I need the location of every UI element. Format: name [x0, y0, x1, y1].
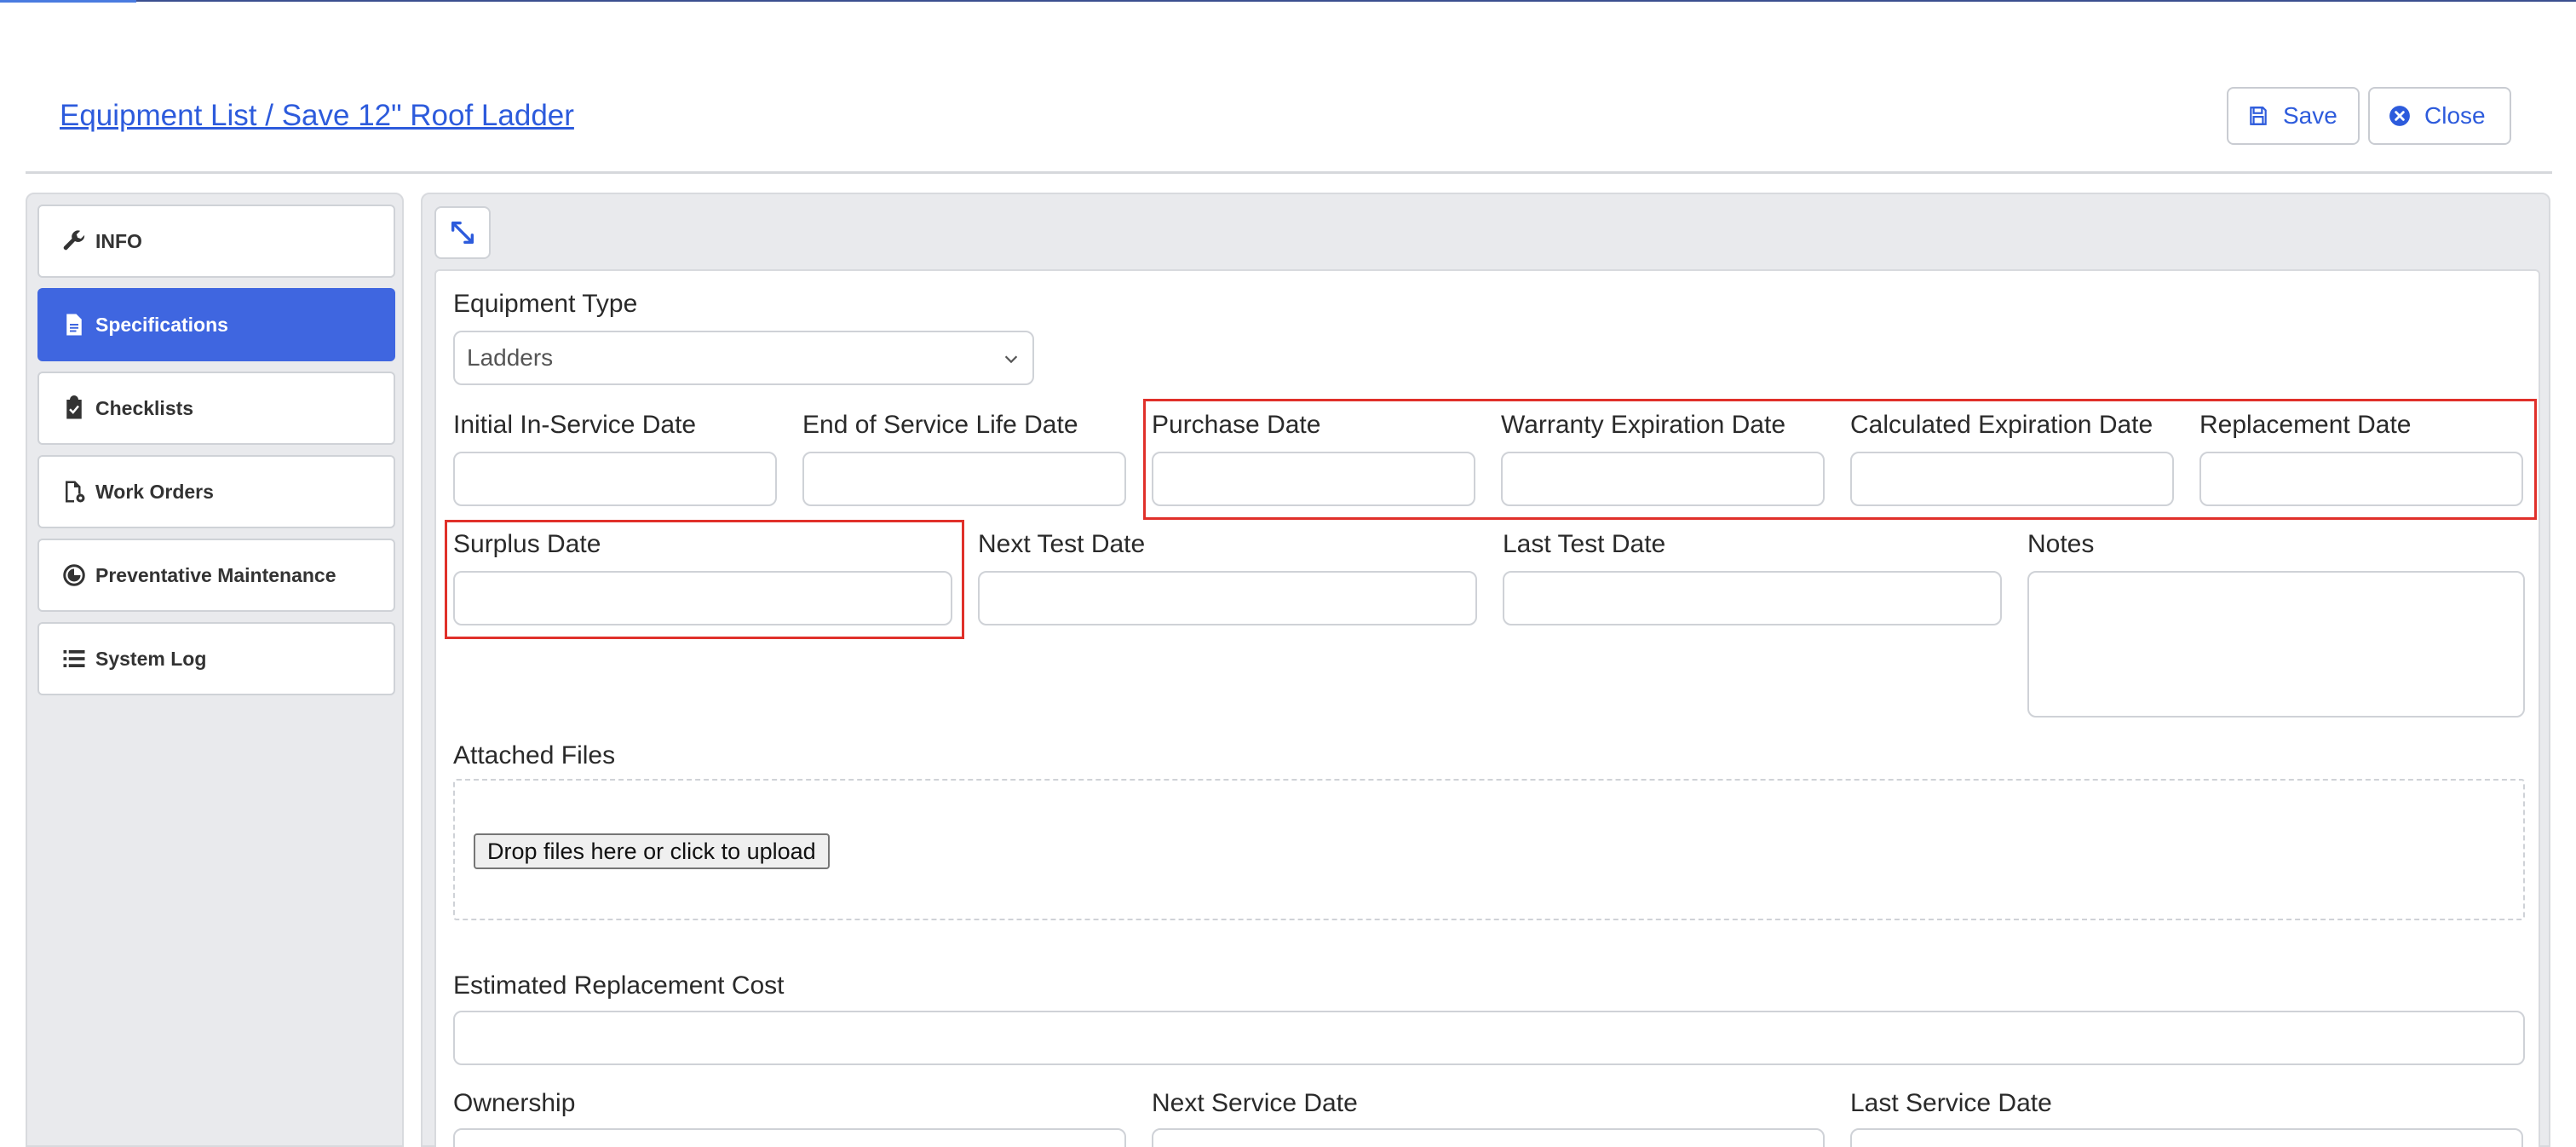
file-gear-icon	[66, 481, 85, 503]
close-button-label: Close	[2424, 102, 2486, 129]
save-button[interactable]: Save	[2227, 87, 2360, 145]
purchase-date-label: Purchase Date	[1152, 411, 1321, 439]
last-test-date-input[interactable]	[1503, 571, 2002, 625]
top-accent-bar	[0, 0, 2576, 3]
sidebar-item-preventative-maintenance[interactable]: Preventative Maintenance	[37, 539, 395, 612]
ownership-label: Ownership	[453, 1089, 576, 1117]
replacement-date-input[interactable]	[2199, 452, 2523, 506]
ownership-input[interactable]	[453, 1128, 1126, 1147]
save-button-label: Save	[2283, 102, 2337, 129]
sidebar-item-work-orders[interactable]: Work Orders	[37, 455, 395, 528]
next-service-date-label: Next Service Date	[1152, 1089, 1358, 1117]
wrench-icon	[63, 230, 85, 251]
circle-x-icon	[2389, 106, 2410, 126]
expand-button[interactable]	[434, 206, 491, 259]
page-header: Equipment List / Save 12" Roof Ladder Sa…	[26, 85, 2552, 174]
surplus-date-label: Surplus Date	[453, 530, 601, 558]
sidebar-item-checklists[interactable]: Checklists	[37, 372, 395, 445]
sidebar-item-label: Work Orders	[95, 480, 214, 503]
last-test-date-label: Last Test Date	[1503, 530, 1666, 558]
file-dropzone[interactable]: Drop files here or click to upload	[453, 779, 2525, 920]
list-icon	[63, 650, 85, 667]
last-service-date-input[interactable]: 07/08/2025	[1850, 1128, 2523, 1147]
warranty-expiration-date-label: Warranty Expiration Date	[1501, 411, 1786, 439]
sidebar-item-label: Specifications	[95, 313, 228, 336]
initial-in-service-date-label: Initial In-Service Date	[453, 411, 697, 439]
upload-button[interactable]: Drop files here or click to upload	[474, 833, 830, 869]
estimated-replacement-cost-label: Estimated Replacement Cost	[453, 971, 785, 1000]
calculated-expiration-date-label: Calculated Expiration Date	[1850, 411, 2153, 439]
expand-arrows-icon	[451, 221, 474, 245]
notes-textarea[interactable]	[2027, 571, 2525, 718]
specifications-panel: Equipment Type Ladders Initial In-Servic…	[434, 269, 2540, 1147]
next-test-date-input[interactable]	[978, 571, 1477, 625]
estimated-replacement-cost-input[interactable]	[453, 1011, 2525, 1065]
sidebar-item-system-log[interactable]: System Log	[37, 622, 395, 695]
page-title-breadcrumb[interactable]: Equipment List / Save 12" Roof Ladder	[60, 99, 574, 133]
attached-files-label: Attached Files	[453, 741, 616, 769]
sidebar-item-label: Checklists	[95, 396, 194, 419]
purchase-date-input[interactable]	[1152, 452, 1475, 506]
sidebar-item-info[interactable]: INFO	[37, 205, 395, 278]
notes-label: Notes	[2027, 530, 2095, 558]
last-service-date-label: Last Service Date	[1850, 1089, 2052, 1117]
equipment-type-select[interactable]: Ladders	[453, 331, 1034, 385]
sidebar-item-specifications[interactable]: Specifications	[37, 288, 395, 361]
sidebar-item-label: INFO	[95, 229, 142, 252]
equipment-type-label: Equipment Type	[453, 290, 638, 318]
sidebar-item-label: System Log	[95, 647, 207, 670]
file-text-icon	[66, 314, 82, 336]
next-test-date-label: Next Test Date	[978, 530, 1146, 558]
initial-in-service-date-input[interactable]	[453, 452, 777, 506]
circle-progress-icon	[63, 564, 85, 586]
end-of-service-life-date-input[interactable]	[802, 452, 1126, 506]
main-content: Equipment Type Ladders Initial In-Servic…	[421, 193, 2550, 1147]
warranty-expiration-date-input[interactable]	[1501, 452, 1825, 506]
close-button[interactable]: Close	[2368, 87, 2511, 145]
calculated-expiration-date-input[interactable]	[1850, 452, 2174, 506]
end-of-service-life-date-label: End of Service Life Date	[802, 411, 1078, 439]
replacement-date-label: Replacement Date	[2199, 411, 2412, 439]
clipboard-check-icon	[66, 395, 82, 419]
equipment-type-value: Ladders	[467, 344, 554, 371]
floppy-disk-icon	[2250, 107, 2267, 125]
next-service-date-input[interactable]: 07/08/2024	[1152, 1128, 1825, 1147]
sidebar: INFO Specifications Checklists Work Orde…	[26, 193, 404, 1147]
chevron-down-icon	[1004, 355, 1018, 364]
surplus-date-input[interactable]	[453, 571, 952, 625]
sidebar-item-label: Preventative Maintenance	[95, 563, 336, 586]
